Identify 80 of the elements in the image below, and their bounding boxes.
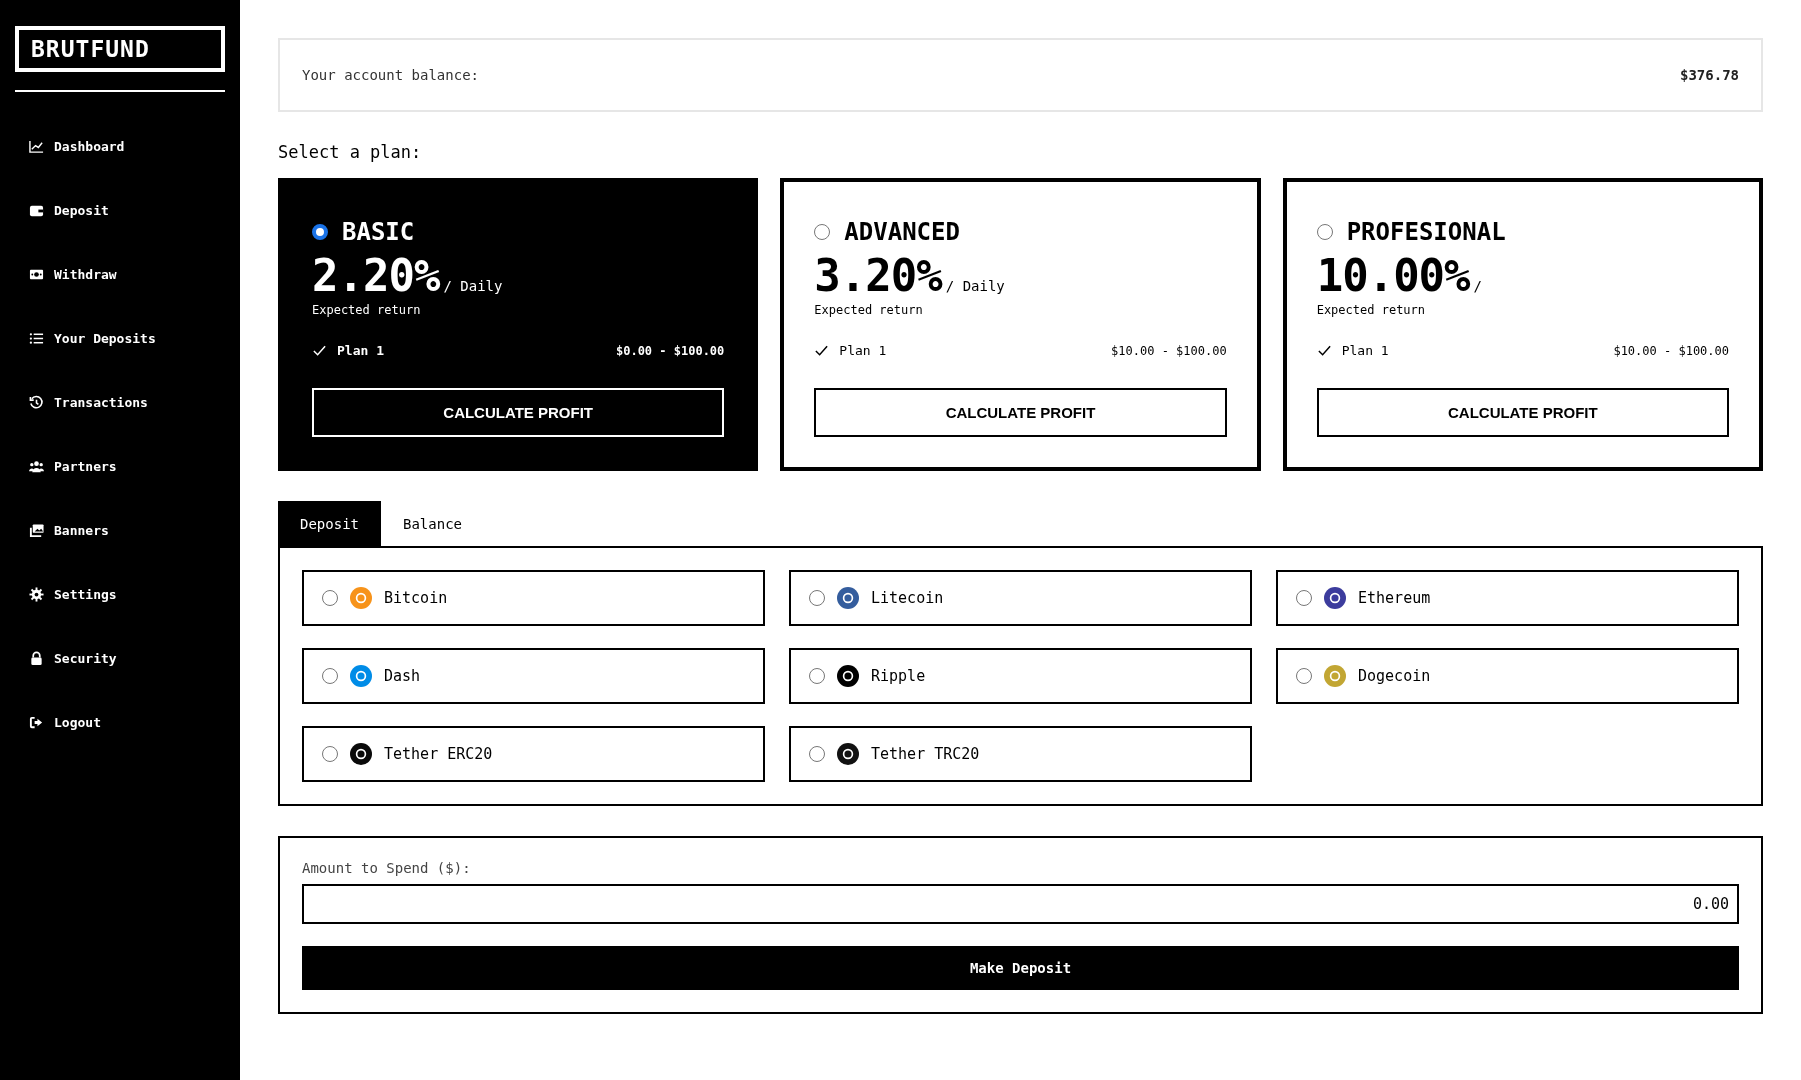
plan-caption: Expected return — [814, 303, 924, 317]
plan-name: BASIC — [342, 218, 415, 246]
radio-button[interactable] — [1296, 590, 1312, 606]
nav-item[interactable]: Dashboard — [15, 114, 225, 178]
nav-item[interactable]: Banners — [15, 498, 225, 562]
radio-button[interactable] — [1296, 668, 1312, 684]
nav-item[interactable]: Your Deposits — [15, 306, 225, 370]
balance-label: Your account balance: — [302, 67, 479, 83]
currency-name: Ripple — [871, 667, 926, 685]
chart-line-icon — [29, 138, 44, 154]
plan-range: $10.00 - $100.00 — [1111, 343, 1227, 358]
plan-card[interactable]: ADVANCED 3.20%/ Daily Expected return Plan 1 $10.00 - $100.00 CALCULATE PROFIT — [780, 178, 1261, 471]
calculate-profit-button[interactable]: CALCULATE PROFIT — [1316, 388, 1729, 437]
check-icon — [312, 343, 327, 358]
plan-name: ADVANCED — [844, 218, 960, 246]
plan-feature: Plan 1 — [337, 343, 384, 358]
radio-button[interactable] — [322, 746, 338, 762]
calculate-profit-button[interactable]: CALCULATE PROFIT — [312, 388, 725, 437]
plan-card[interactable]: PROFESIONAL 10.00%/ Expected return Plan 1 $10.00 - $100.00 CALCULATE PROFIT — [1282, 178, 1763, 471]
radio-button[interactable] — [814, 224, 831, 240]
tab[interactable]: Deposit — [278, 501, 381, 546]
users-icon — [29, 458, 44, 474]
plan-period: / — [1473, 278, 1483, 294]
currency-name: Dogecoin — [1358, 667, 1431, 685]
gear-icon — [29, 586, 44, 602]
radio-button[interactable] — [322, 668, 338, 684]
plan-rate: 10.00% — [1316, 250, 1470, 301]
radio-button[interactable] — [809, 668, 825, 684]
amount-input[interactable]: 0.00 — [302, 884, 1739, 924]
currency-option[interactable]: Tether ERC20 — [302, 726, 765, 782]
currency-name: Tether ERC20 — [384, 745, 493, 763]
nav-item[interactable]: Settings — [15, 562, 225, 626]
amount-label: Amount to Spend ($): — [302, 860, 472, 876]
calculate-profit-button[interactable]: CALCULATE PROFIT — [814, 388, 1227, 437]
radio-button[interactable] — [809, 590, 825, 606]
check-icon — [1316, 343, 1332, 358]
radio-button[interactable] — [312, 224, 328, 240]
plan-caption: Expected return — [1316, 303, 1427, 317]
history-icon — [29, 394, 44, 410]
logo: BRUTFUND — [15, 26, 225, 72]
currency-name: Bitcoin — [384, 589, 448, 607]
radio-button[interactable] — [322, 590, 338, 606]
balance-value: $376.78 — [1680, 67, 1739, 83]
images-icon — [29, 522, 44, 538]
lock-icon — [29, 650, 44, 666]
plan-period: / Daily — [945, 278, 1005, 294]
section-heading: Select a plan: — [278, 142, 423, 162]
radio-button[interactable] — [1316, 224, 1333, 240]
check-icon — [814, 343, 830, 358]
nav-item[interactable]: Transactions — [15, 370, 225, 434]
plan-feature: Plan 1 — [1341, 343, 1389, 358]
plan-caption: Expected return — [312, 303, 422, 317]
nav-item[interactable]: Withdraw — [15, 242, 225, 306]
currency-option[interactable]: Litecoin — [789, 570, 1252, 626]
nav-item[interactable]: Logout — [15, 690, 225, 754]
radio-button[interactable] — [809, 746, 825, 762]
plan-rate: 3.20% — [814, 250, 942, 301]
plan-range: $0.00 - $100.00 — [615, 343, 725, 358]
currency-name: Ethereum — [1358, 589, 1431, 607]
currency-option[interactable]: Ethereum — [1276, 570, 1739, 626]
plan-feature: Plan 1 — [839, 343, 887, 358]
plan-period: / Daily — [443, 278, 503, 294]
currency-option[interactable]: Dash — [302, 648, 765, 704]
currency-name: Tether TRC20 — [871, 745, 980, 763]
plan-range: $10.00 - $100.00 — [1613, 343, 1729, 358]
currency-option[interactable]: Ripple — [789, 648, 1252, 704]
nav-item[interactable]: Deposit — [15, 178, 225, 242]
make-deposit-button[interactable]: Make Deposit — [302, 946, 1739, 990]
nav-item[interactable]: Partners — [15, 434, 225, 498]
list-icon — [29, 330, 44, 346]
plan-card[interactable]: BASIC 2.20%/ Daily Expected return Plan 1 $0.00 - $100.00 CALCULATE PROFIT — [278, 178, 759, 471]
currency-option[interactable]: Dogecoin — [1276, 648, 1739, 704]
currency-name: Dash — [384, 667, 421, 685]
currency-option[interactable]: Tether TRC20 — [789, 726, 1252, 782]
currency-option[interactable]: Bitcoin — [302, 570, 765, 626]
logout-icon — [29, 714, 44, 730]
currency-name: Litecoin — [871, 589, 944, 607]
plan-name: PROFESIONAL — [1346, 218, 1506, 246]
nav-item[interactable]: Security — [15, 626, 225, 690]
plan-rate: 2.20% — [312, 250, 440, 301]
